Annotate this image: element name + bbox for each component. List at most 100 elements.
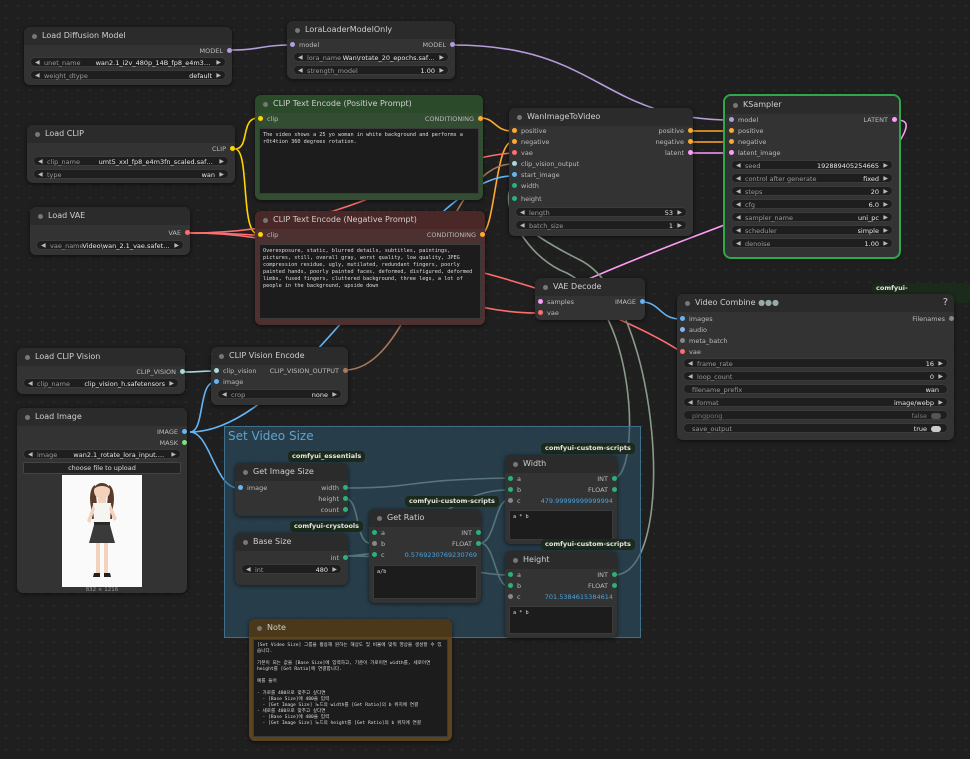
- node-width[interactable]: Width a b c INT FLOAT 479.99999999999994…: [505, 455, 617, 544]
- output-image[interactable]: IMAGE: [615, 297, 645, 307]
- output-mask[interactable]: MASK: [160, 438, 187, 448]
- save-output-toggle[interactable]: save_output true: [683, 423, 948, 433]
- frame-rate-widget[interactable]: ◀ frame_rate 16 ▶: [683, 358, 948, 368]
- output-clip-vision[interactable]: CLIP_VISION: [136, 367, 185, 377]
- help-icon[interactable]: ?: [943, 297, 948, 308]
- output-float[interactable]: FLOAT: [452, 539, 481, 549]
- node-get-image-size[interactable]: Get Image Size image width height count: [235, 463, 348, 516]
- node-base-size[interactable]: Base Size int ◀ int 480 ▶: [235, 533, 348, 585]
- input-meta-batch[interactable]: meta_batch: [680, 336, 727, 346]
- batch-size-widget[interactable]: ◀ batch_size 1 ▶: [515, 220, 687, 230]
- input-positive[interactable]: positive: [729, 126, 764, 136]
- seed-widget[interactable]: ◀ seed 192889405254665 ▶: [731, 160, 893, 170]
- width-expression-textarea[interactable]: a * b: [509, 510, 613, 540]
- input-clip-vision-output[interactable]: clip_vision_output: [512, 159, 579, 169]
- output-float[interactable]: FLOAT: [588, 581, 617, 591]
- input-vae[interactable]: vae: [680, 347, 701, 357]
- height-expression-textarea[interactable]: a * b: [509, 606, 613, 634]
- output-latent[interactable]: latent: [665, 148, 693, 158]
- node-wan-image-to-video[interactable]: WanImageToVideo positive negative vae cl…: [509, 108, 693, 236]
- output-int[interactable]: int: [331, 553, 348, 563]
- node-get-ratio[interactable]: Get Ratio a b c INT FLOAT 0.576923076923…: [369, 509, 481, 603]
- input-c[interactable]: c: [508, 592, 521, 602]
- clip-name-widget[interactable]: ◀ clip_name umt5_xxl_fp8_e4m3fn_scaled.saf…: [33, 156, 229, 166]
- output-model[interactable]: MODEL: [423, 40, 455, 50]
- input-audio[interactable]: audio: [680, 325, 707, 335]
- node-load-image[interactable]: Load Image IMAGE MASK ◀ image wan2.1_rotat…: [17, 408, 187, 593]
- node-ksampler[interactable]: KSampler model positive negative latent_…: [723, 94, 901, 259]
- lora-name-widget[interactable]: ◀ lora_name Wan\rotate_20_epochs.safet... ▶: [293, 52, 449, 62]
- input-model[interactable]: model: [729, 115, 758, 125]
- node-clip-vision-encode[interactable]: CLIP Vision Encode clip_vision image CLI…: [211, 347, 348, 405]
- denoise-widget[interactable]: ◀ denoise 1.00 ▶: [731, 238, 893, 248]
- node-lora-loader[interactable]: LoraLoaderModelOnly model MODEL ◀ lora_na…: [287, 21, 455, 79]
- input-latent-image[interactable]: latent_image: [729, 148, 781, 158]
- node-load-diffusion-model[interactable]: Load Diffusion Model MODEL ◀ unet_name wan…: [24, 27, 232, 85]
- input-vae[interactable]: vae: [538, 308, 559, 318]
- negative-prompt-textarea[interactable]: Overexposure, static, blurred details, s…: [259, 244, 481, 319]
- output-conditioning[interactable]: CONDITIONING: [427, 230, 485, 240]
- node-load-clip[interactable]: Load CLIP CLIP ◀ clip_name umt5_xxl_fp8_e4…: [27, 125, 235, 183]
- positive-prompt-textarea[interactable]: The video shows a 25 yo woman in white b…: [259, 128, 479, 194]
- output-image[interactable]: IMAGE: [157, 427, 187, 437]
- output-clip-vision-output[interactable]: CLIP_VISION_OUTPUT: [270, 366, 348, 376]
- output-int[interactable]: INT: [597, 570, 617, 580]
- node-height[interactable]: Height a b c INT FLOAT 701.5384615384614…: [505, 551, 617, 638]
- input-c[interactable]: c: [372, 550, 385, 560]
- output-int[interactable]: INT: [461, 528, 481, 538]
- input-negative[interactable]: negative: [512, 137, 549, 147]
- weight-dtype-widget[interactable]: ◀ weight_dtype default ▶: [30, 70, 226, 80]
- pingpong-toggle[interactable]: pingpong false: [683, 410, 948, 420]
- input-vae[interactable]: vae: [512, 148, 533, 158]
- control-after-generate-widget[interactable]: ◀ control after generate fixed ▶: [731, 173, 893, 183]
- output-filenames[interactable]: Filenames: [912, 314, 954, 324]
- output-model[interactable]: MODEL: [200, 46, 232, 56]
- base-size-int-widget[interactable]: ◀ int 480 ▶: [241, 564, 342, 574]
- scheduler-widget[interactable]: ◀ scheduler simple ▶: [731, 225, 893, 235]
- output-positive[interactable]: positive: [659, 126, 693, 136]
- input-a[interactable]: a: [508, 570, 521, 580]
- sampler-name-widget[interactable]: ◀ sampler_name uni_pc ▶: [731, 212, 893, 222]
- clip-type-widget[interactable]: ◀ type wan ▶: [33, 169, 229, 179]
- node-load-clip-vision[interactable]: Load CLIP Vision CLIP_VISION ◀ clip_name c…: [17, 348, 185, 394]
- output-float[interactable]: FLOAT: [588, 485, 617, 495]
- output-width[interactable]: width: [321, 483, 348, 493]
- ratio-expression-textarea[interactable]: a/b: [373, 565, 477, 599]
- node-vae-decode[interactable]: VAE Decode samples vae IMAGE: [535, 278, 645, 320]
- input-width[interactable]: width: [512, 181, 539, 191]
- input-clip[interactable]: clip: [258, 230, 278, 240]
- input-b[interactable]: b: [372, 539, 385, 549]
- output-negative[interactable]: negative: [656, 137, 693, 147]
- input-b[interactable]: b: [508, 581, 521, 591]
- crop-widget[interactable]: ◀ crop none ▶: [217, 389, 342, 399]
- upload-button[interactable]: choose file to upload: [23, 462, 181, 474]
- output-conditioning[interactable]: CONDITIONING: [425, 114, 483, 124]
- input-b[interactable]: b: [508, 485, 521, 495]
- input-a[interactable]: a: [372, 528, 385, 538]
- length-widget[interactable]: ◀ length 53 ▶: [515, 207, 687, 217]
- strength-model-widget[interactable]: ◀ strength_model 1.00 ▶: [293, 65, 449, 75]
- output-height[interactable]: height: [318, 494, 348, 504]
- node-clip-text-encode-positive[interactable]: CLIP Text Encode (Positive Prompt) clip …: [255, 95, 483, 200]
- output-count[interactable]: count: [321, 505, 348, 515]
- input-image[interactable]: image: [238, 483, 267, 493]
- node-video-combine[interactable]: Video Combine ●●● ? images audio meta_ba…: [677, 294, 954, 440]
- note-textarea[interactable]: [Set Video Size] 그룹을 활용해 원하는 해상도 및 비율에 맞…: [253, 639, 448, 737]
- output-latent[interactable]: LATENT: [863, 115, 897, 125]
- node-note[interactable]: Note [Set Video Size] 그룹을 활용해 원하는 해상도 및 …: [249, 619, 452, 741]
- input-image[interactable]: image: [214, 377, 243, 387]
- input-start-image[interactable]: start_image: [512, 170, 560, 180]
- output-vae[interactable]: VAE: [168, 228, 190, 238]
- node-clip-text-encode-negative[interactable]: CLIP Text Encode (Negative Prompt) clip …: [255, 211, 485, 325]
- input-c[interactable]: c: [508, 496, 521, 506]
- input-model[interactable]: model: [290, 40, 319, 50]
- input-a[interactable]: a: [508, 474, 521, 484]
- input-clip-vision[interactable]: clip_vision: [214, 366, 257, 376]
- filename-prefix-widget[interactable]: filename_prefix wan: [683, 384, 948, 394]
- input-images[interactable]: images: [680, 314, 713, 324]
- image-select-widget[interactable]: ◀ image wan2.1_rotate_lora_input.png ▶: [23, 449, 181, 459]
- steps-widget[interactable]: ◀ steps 20 ▶: [731, 186, 893, 196]
- input-height[interactable]: height: [512, 194, 542, 204]
- clip-vision-name-widget[interactable]: ◀ clip_name clip_vision_h.safetensors ▶: [23, 378, 179, 388]
- input-negative[interactable]: negative: [729, 137, 766, 147]
